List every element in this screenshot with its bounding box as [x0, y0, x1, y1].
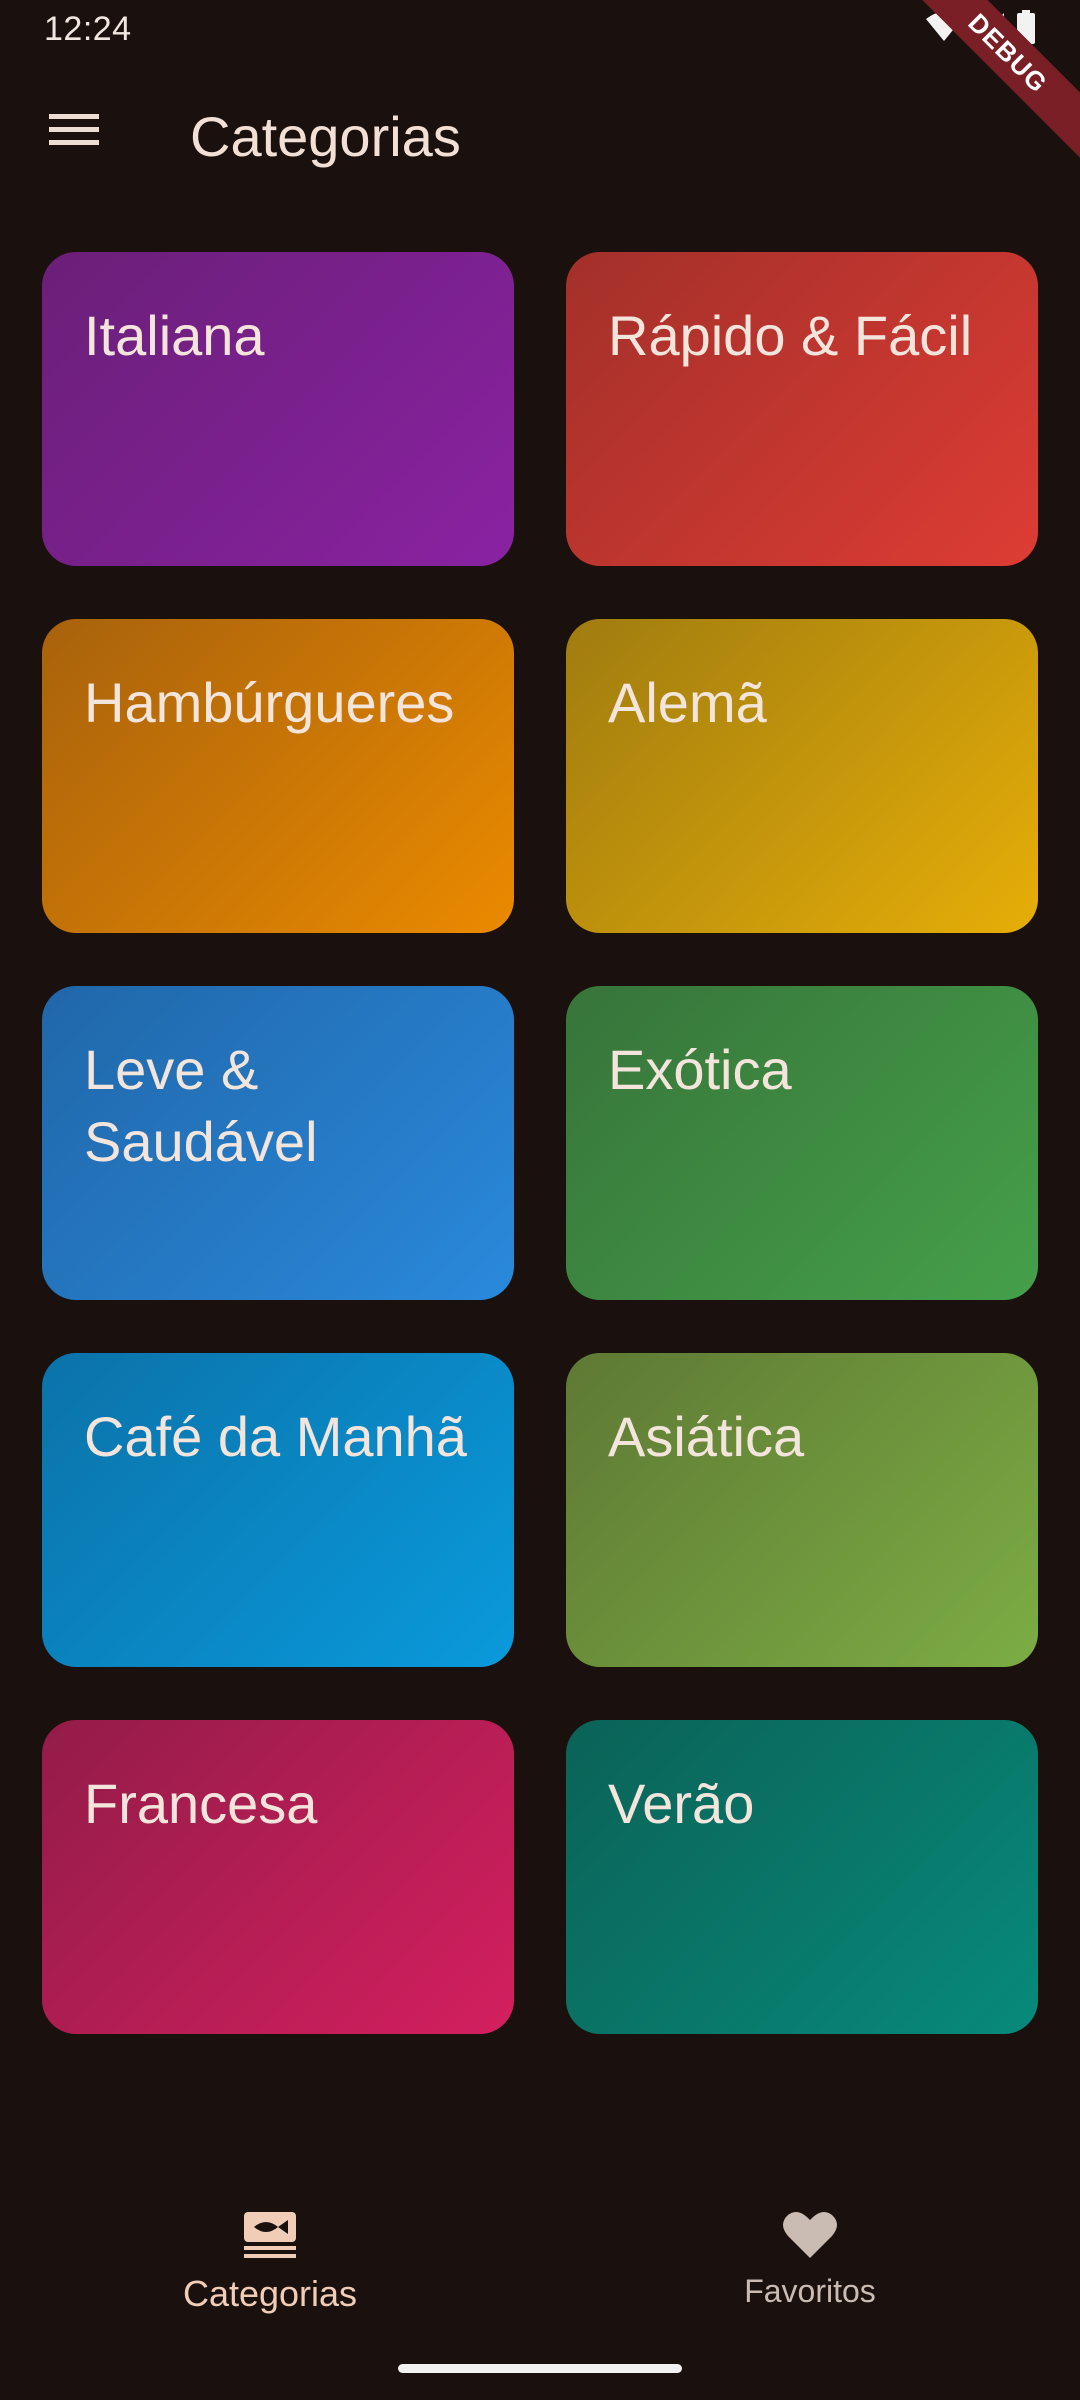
nav-label: Categorias [182, 2273, 358, 2314]
category-card-verao[interactable]: Verão [566, 1720, 1038, 2034]
set-meal-icon [242, 2210, 298, 2265]
category-label: Hambúrgueres [84, 671, 455, 734]
category-grid: Italiana Rápido & Fácil Hambúrgueres Ale… [42, 252, 1038, 2034]
category-card-leve-saudavel[interactable]: Leve & Saudável [42, 986, 514, 1300]
heart-icon [782, 2210, 838, 2265]
category-label: Francesa [84, 1772, 318, 1835]
category-card-italiana[interactable]: Italiana [42, 252, 514, 566]
home-indicator[interactable] [398, 2364, 682, 2373]
menu-icon [49, 112, 99, 153]
status-bar: 12:24 [0, 0, 1080, 62]
category-card-hamburgueres[interactable]: Hambúrgueres [42, 619, 514, 933]
category-card-alema[interactable]: Alemã [566, 619, 1038, 933]
status-time: 12:24 [44, 10, 132, 48]
category-label: Verão [608, 1772, 755, 1835]
category-label: Italiana [84, 304, 265, 367]
category-card-exotica[interactable]: Exótica [566, 986, 1038, 1300]
category-card-francesa[interactable]: Francesa [42, 1720, 514, 2034]
bottom-navigation: Categorias Favoritos [0, 2180, 1080, 2330]
category-label: Rápido & Fácil [608, 304, 973, 367]
category-label: Asiática [608, 1405, 805, 1468]
category-label: Alemã [608, 671, 767, 734]
menu-button[interactable] [34, 104, 114, 160]
nav-item-favoritos[interactable]: Favoritos [630, 2210, 990, 2310]
nav-label: Favoritos [744, 2273, 876, 2309]
category-label: Exótica [608, 1038, 792, 1101]
category-card-rapido-facil[interactable]: Rápido & Fácil [566, 252, 1038, 566]
category-label: Café da Manhã [84, 1405, 467, 1468]
nav-item-categorias[interactable]: Categorias [90, 2210, 450, 2315]
app-bar: Categorias [0, 62, 1080, 212]
page-title: Categorias [190, 105, 461, 168]
category-card-cafe-da-manha[interactable]: Café da Manhã [42, 1353, 514, 1667]
category-label: Leve & Saudável [84, 1038, 318, 1173]
category-card-asiatica[interactable]: Asiática [566, 1353, 1038, 1667]
